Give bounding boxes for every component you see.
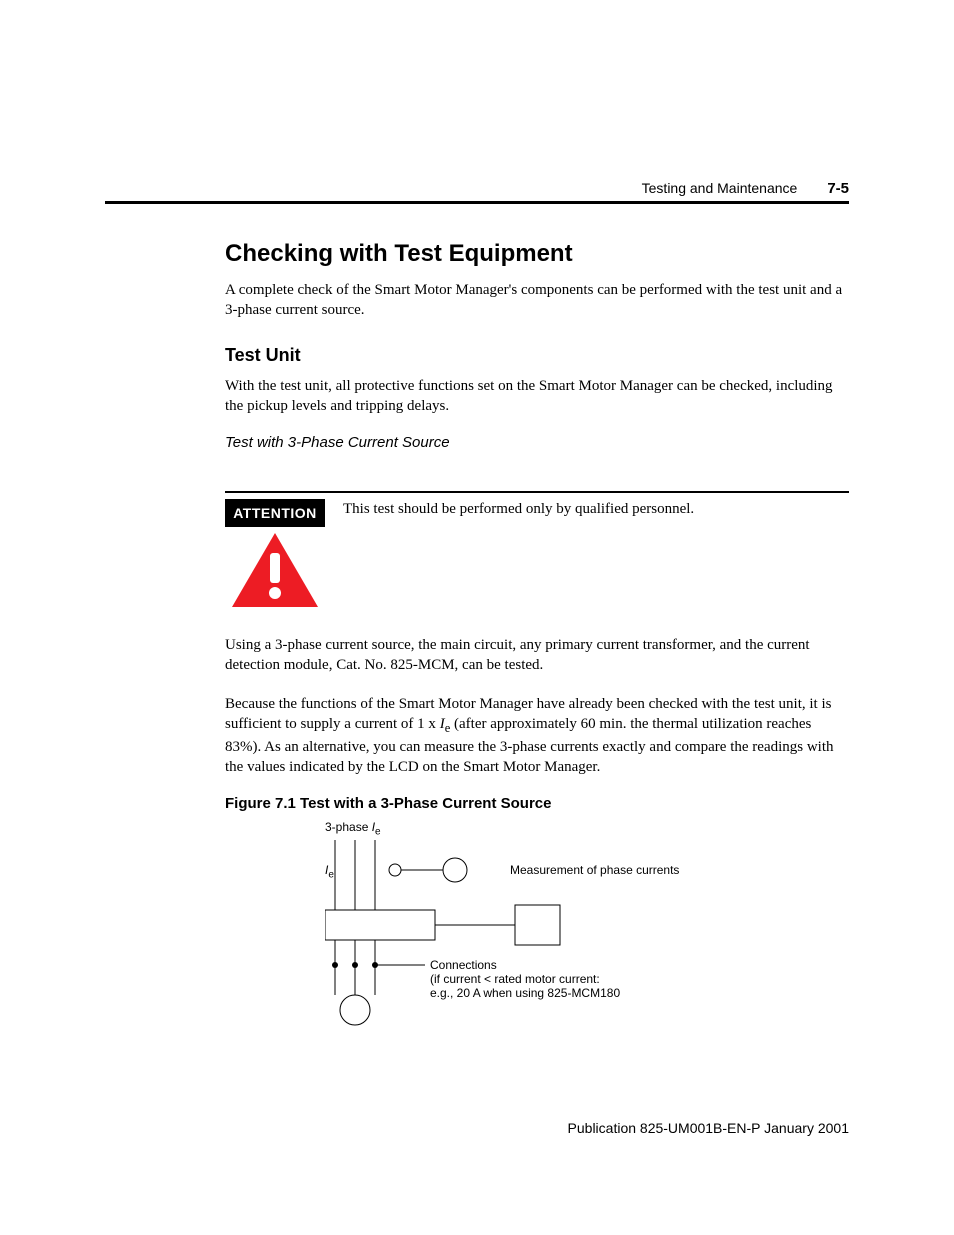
- running-header: Testing and Maintenance 7-5: [105, 180, 849, 197]
- diagram-label-3phase: 3-phase Ie: [325, 820, 381, 837]
- page-title: Checking with Test Equipment: [225, 240, 849, 268]
- attention-rule: [225, 491, 849, 493]
- figure-title: Figure 7.1 Test with a 3-Phase Current S…: [225, 795, 849, 812]
- warning-icon: [225, 531, 325, 609]
- figure-diagram: 3-phase Ie Ie Measurement of phase curre…: [325, 820, 745, 1050]
- page-number: 7-5: [827, 180, 849, 197]
- publication-footer: Publication 825-UM001B-EN-P January 2001: [105, 1120, 849, 1136]
- attention-block: ATTENTION This test should be performed …: [225, 499, 849, 609]
- body-paragraph-3: Because the functions of the Smart Motor…: [225, 694, 849, 778]
- subheading-3phase: Test with 3-Phase Current Source: [225, 434, 849, 451]
- header-rule: [105, 201, 849, 204]
- section-heading-test-unit: Test Unit: [225, 345, 849, 366]
- attention-label: ATTENTION: [225, 499, 325, 527]
- intro-paragraph: A complete check of the Smart Motor Mana…: [225, 280, 849, 321]
- body-paragraph-2: Using a 3-phase current source, the main…: [225, 635, 849, 676]
- test-unit-paragraph: With the test unit, all protective funct…: [225, 376, 849, 417]
- section-name: Testing and Maintenance: [642, 180, 798, 196]
- diagram-label-measurement: Measurement of phase currents: [510, 863, 679, 877]
- diagram-label-ie: Ie: [325, 863, 334, 880]
- attention-text: This test should be performed only by qu…: [343, 499, 849, 519]
- diagram-label-connections: Connections (if current < rated motor cu…: [430, 958, 620, 1000]
